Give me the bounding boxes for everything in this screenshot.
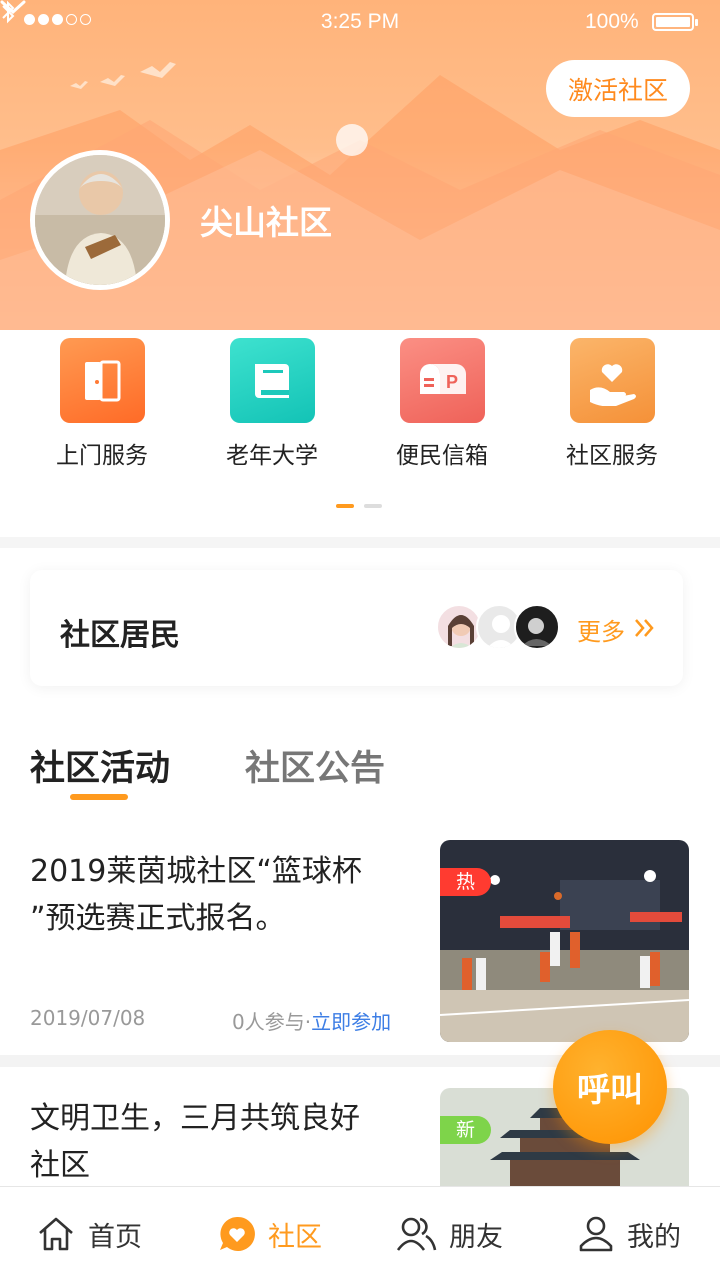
new-badge: 新 <box>440 1116 492 1144</box>
tab-home[interactable]: 首页 <box>36 1187 142 1280</box>
chevron-down-icon[interactable] <box>0 0 26 14</box>
heart-hand-icon <box>569 338 655 423</box>
status-bar: 3:25 PM 100% <box>0 0 720 44</box>
menu-label: 老年大学 <box>226 443 318 469</box>
article-title[interactable]: 文明卫生，三月共筑良好 社区 <box>30 1095 410 1189</box>
tab-community[interactable]: 社区 <box>218 1187 322 1280</box>
book-icon <box>229 338 315 423</box>
avatar-photo <box>35 155 165 285</box>
tab-friends[interactable]: 朋友 <box>395 1187 503 1280</box>
article-title[interactable]: 2019莱茵城社区“篮球杯 ”预选赛正式报名。 <box>30 848 410 942</box>
article-title-line: 社区 <box>30 1148 90 1183</box>
battery-icon <box>652 13 698 31</box>
active-tab-indicator <box>70 794 128 800</box>
bottom-tab-bar: 首页 社区 朋友 我的 <box>0 1186 720 1280</box>
menu-label: 便民信箱 <box>396 443 488 469</box>
battery-percent: 100% <box>585 10 639 33</box>
pager-dot <box>364 504 382 508</box>
pager-dot-active <box>336 504 354 508</box>
article-title-line: 2019莱茵城社区“篮球杯 <box>30 854 362 889</box>
avatar[interactable] <box>30 150 170 290</box>
article-thumbnail[interactable]: 热 <box>440 840 689 1042</box>
community-header: 3:25 PM 100% 激活社区 尖山社区 <box>0 0 720 330</box>
tab-label: 社区 <box>268 1221 322 1253</box>
tab-label: 朋友 <box>449 1221 503 1253</box>
article-title-line: ”预选赛正式报名。 <box>30 901 286 936</box>
activate-community-button[interactable]: 激活社区 <box>546 60 690 117</box>
mailbox-icon: P <box>399 338 485 423</box>
tab-label: 首页 <box>88 1221 142 1253</box>
menu-label: 上门服务 <box>56 443 148 469</box>
residents-card[interactable]: 社区居民 更多 <box>30 570 683 686</box>
tab-label: 我的 <box>627 1221 681 1253</box>
menu-label: 社区服务 <box>566 443 658 469</box>
door-icon <box>59 338 145 423</box>
participant-count: 0人参与· <box>232 1010 312 1034</box>
resident-avatar[interactable] <box>514 604 560 650</box>
home-icon <box>39 1217 73 1251</box>
community-name[interactable]: 尖山社区 <box>200 196 332 244</box>
friends-icon <box>396 1217 437 1251</box>
profile-icon <box>579 1216 613 1252</box>
community-heart-icon <box>220 1216 255 1251</box>
menu-item-senior-university[interactable]: 老年大学 <box>187 338 357 470</box>
tab-community-activities[interactable]: 社区活动 <box>30 740 170 791</box>
more-link[interactable]: 更多 <box>577 612 625 647</box>
menu-item-community-service[interactable]: 社区服务 <box>527 338 697 470</box>
svg-text:P: P <box>446 372 458 392</box>
call-button[interactable]: 呼叫 <box>553 1030 667 1144</box>
article-title-line: 文明卫生，三月共筑良好 <box>30 1101 360 1136</box>
tab-profile[interactable]: 我的 <box>577 1187 681 1280</box>
tab-community-notices[interactable]: 社区公告 <box>245 740 385 791</box>
article-participation: 0人参与·立即参加 <box>232 1006 391 1035</box>
menu-item-mailbox[interactable]: P 便民信箱 <box>357 338 527 470</box>
join-now-link[interactable]: 立即参加 <box>311 1010 391 1034</box>
double-chevron-right-icon[interactable] <box>634 618 656 638</box>
hot-badge: 热 <box>440 868 492 896</box>
article-date: 2019/07/08 <box>30 1006 146 1030</box>
service-menu: 上门服务 老年大学 P 便民信箱 社区服务 <box>0 330 720 537</box>
menu-item-home-service[interactable]: 上门服务 <box>17 338 187 470</box>
residents-title: 社区居民 <box>60 618 180 653</box>
